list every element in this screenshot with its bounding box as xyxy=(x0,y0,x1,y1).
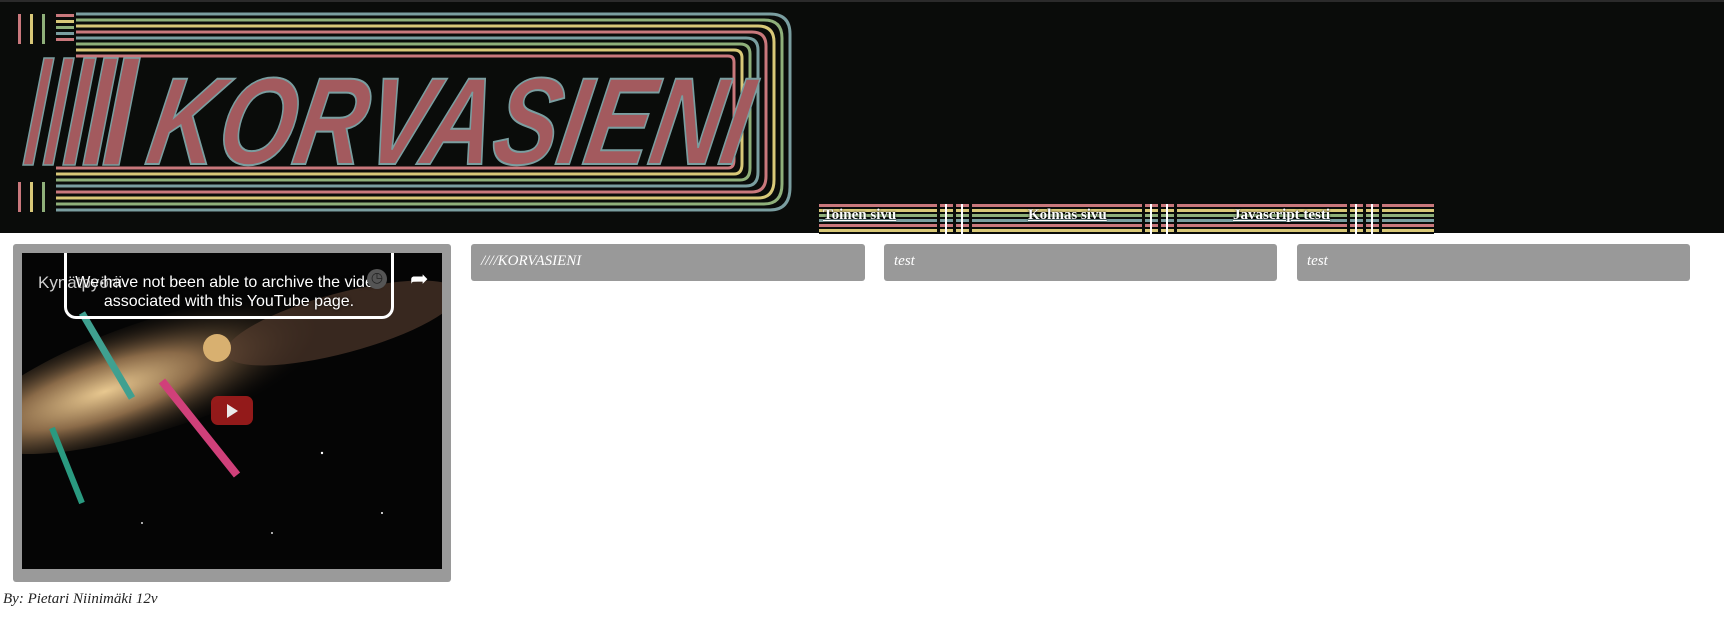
logo-ticks-top xyxy=(18,14,74,44)
nav-label: Javascript testi xyxy=(1233,207,1331,223)
share-icon[interactable]: ➦ xyxy=(410,267,428,292)
box-label: ////KORVASIENI xyxy=(481,253,582,269)
logo-slashes xyxy=(22,57,141,166)
site-header: KORVASIENI Toinen sivu Kolmas sivu Javas… xyxy=(0,0,1724,234)
box-label: test xyxy=(894,253,915,269)
video-player[interactable]: Kynätpyörii We have not been able to arc… xyxy=(22,253,442,569)
nav-link-javascript-testi[interactable]: Javascript testi xyxy=(1229,204,1434,234)
nav-link-kolmas-sivu[interactable]: Kolmas sivu xyxy=(1024,204,1229,234)
nav-label: Kolmas sivu xyxy=(1028,207,1107,223)
content-box-test-2: test xyxy=(1297,244,1690,281)
archive-notice: We have not been able to archive the vid… xyxy=(64,253,394,319)
play-button[interactable] xyxy=(211,396,253,425)
content-box-test-1: test xyxy=(884,244,1277,281)
author-credit: By: Pietari Niinimäki 12v xyxy=(3,591,158,607)
nav-label: Toinen sivu xyxy=(823,207,897,223)
content-box-korvasieni: ////KORVASIENI xyxy=(471,244,865,281)
clock-icon[interactable]: ◷ xyxy=(367,269,387,289)
video-embed-frame: Kynätpyörii We have not been able to arc… xyxy=(13,244,451,582)
box-label: test xyxy=(1307,253,1328,269)
logo-wordmark: KORVASIENI xyxy=(139,53,765,191)
nav-link-toinen-sivu[interactable]: Toinen sivu xyxy=(819,204,1024,234)
korvasieni-logo: KORVASIENI xyxy=(18,12,792,212)
logo-ticks-bottom xyxy=(18,182,45,212)
